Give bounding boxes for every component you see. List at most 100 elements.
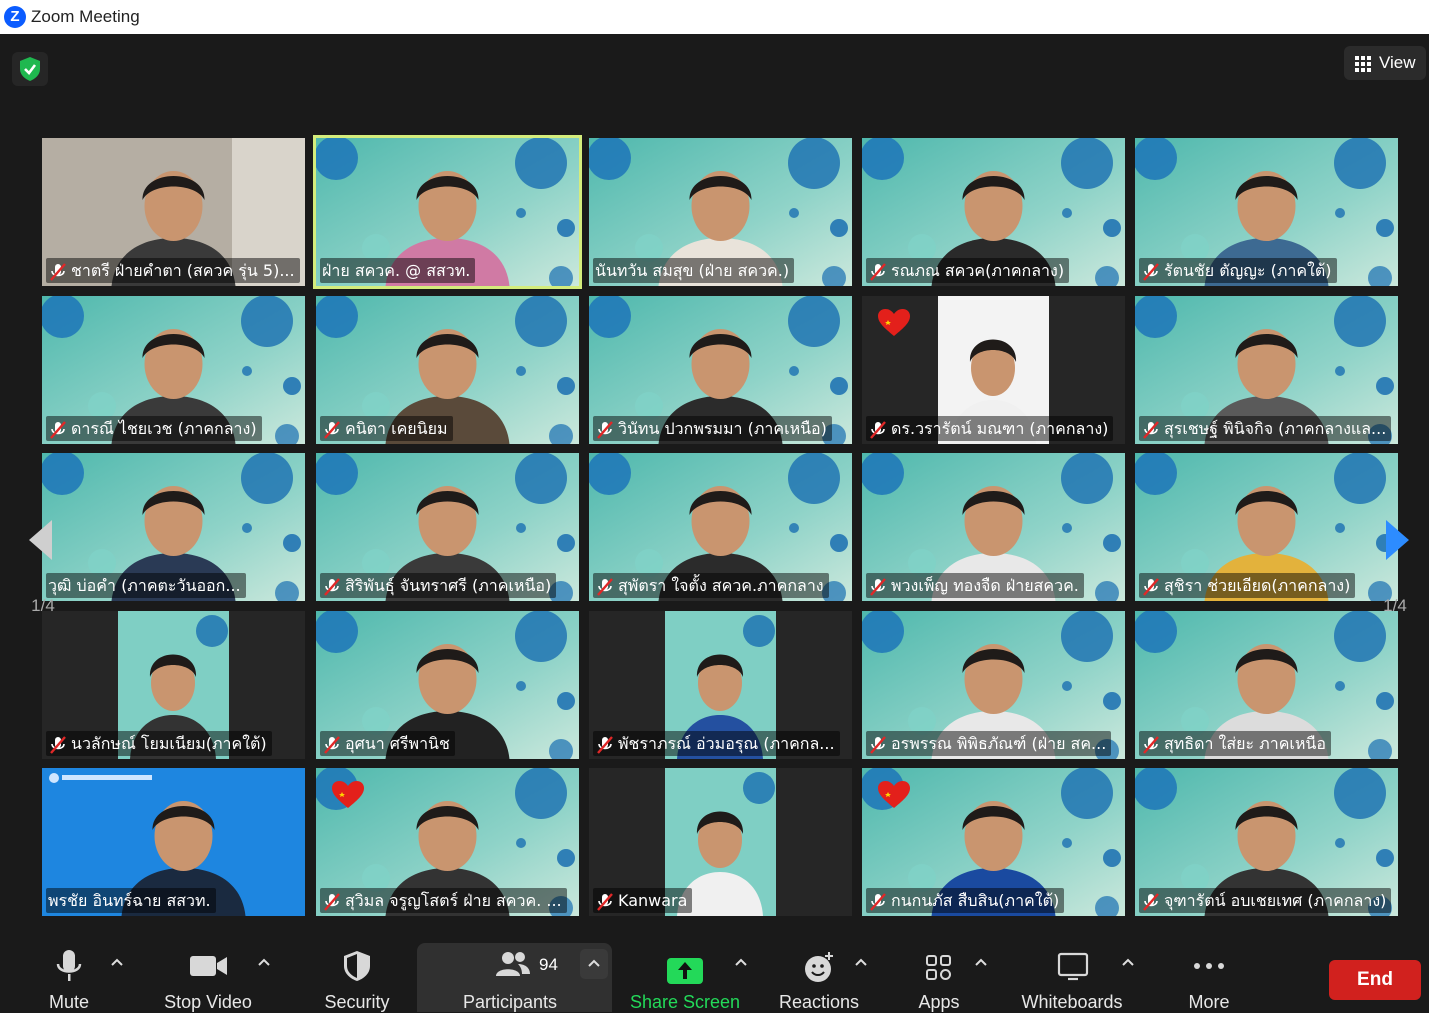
participant-tile[interactable]: สุทธิดา ใส่ยะ ภาคเหนือ [1135,611,1398,759]
participant-tile[interactable]: สิริพันธุ์ จันทราศรี (ภาคเหนือ) [316,453,579,601]
participant-name: สุพัตรา ใจตั้ง สควค.ภาคกลาง [593,573,829,598]
participant-tile[interactable]: วินัทน ปวกพรมมา (ภาคเหนือ) [589,296,852,444]
participant-name-text: นวลักษณ์ โยมเนียม(ภาคใต้) [71,734,267,753]
muted-microphone-icon [595,735,615,755]
participants-options-button[interactable] [580,949,608,979]
participant-name-text: อุศนา ศรีพานิช [345,734,450,753]
participant-tile[interactable]: Kanwara [589,768,852,916]
apps-button[interactable]: Apps [900,940,978,1012]
participant-name-text: สุชิรา ช่วยเอียด(ภาคกลาง) [1164,576,1351,595]
participant-name: ฝ่าย สควค. @ สสวท. [320,258,476,283]
participant-name: นวลักษณ์ โยมเนียม(ภาคใต้) [46,731,272,756]
heart-reaction-icon [877,780,911,815]
participant-name: ดร.วรารัตน์ มณฑา (ภาคกลาง) [866,416,1114,441]
participant-tile[interactable]: ฝ่าย สควค. @ สสวท. [313,135,582,289]
participant-tile[interactable]: คนิตา เคยนิยม [316,296,579,444]
participant-tile[interactable]: กนกนภัส สืบสิน(ภาคใต้) [862,768,1125,916]
security-button[interactable]: Security [312,940,402,1012]
stop-video-button[interactable]: Stop Video [153,940,263,1012]
participant-name-text: รณภณ สควค(ภาคกลาง) [891,261,1065,280]
participant-name-text: วุฒิ บ่อคำ (ภาคตะวันออก... [48,576,241,595]
participant-tile[interactable]: อรพรรณ พิพิธภัณฑ์ (ฝ่าย สค... [862,611,1125,759]
participant-name-text: พัชราภรณ์ อ่วมอรุณ (ภาคกล... [618,734,835,753]
reactions-button[interactable]: Reactions [772,940,866,1012]
whiteboards-button[interactable]: Whiteboards [1012,940,1132,1012]
more-label: More [1188,992,1230,1012]
participant-tile[interactable]: สุพัตรา ใจตั้ง สควค.ภาคกลาง [589,453,852,601]
reactions-options-chevron-icon[interactable] [854,956,868,970]
whiteboards-options-chevron-icon[interactable] [1121,956,1135,970]
microphone-icon [56,950,82,981]
participant-tile[interactable]: นันทวัน สมสุข (ฝ่าย สควค.) [589,138,852,286]
participant-name: ชาตรี ฝ่ายคำตา (สควค รุ่น 5)... [46,258,300,283]
encryption-shield-icon[interactable] [12,52,48,86]
page-indicator-right: 1/4 [1383,596,1407,615]
security-label: Security [324,992,390,1012]
participant-name: พรชัย อินทร์ฉาย สสวท. [46,888,216,913]
arrow-right-icon [1386,520,1409,560]
participant-tile[interactable]: สุรเชษฐ์ พินิจกิจ (ภาคกลางแล... [1135,296,1398,444]
participant-name: รณภณ สควค(ภาคกลาง) [866,258,1070,283]
participant-name: Kanwara [593,888,693,913]
participant-tile[interactable]: สุวิมล จรูญโสตร์ ฝ่าย สควค. ... [316,768,579,916]
muted-microphone-icon [322,735,342,755]
muted-microphone-icon [1141,262,1161,282]
share-screen-button[interactable]: Share Screen [626,940,744,1012]
more-button[interactable]: More [1176,940,1242,1012]
participant-name: กนกนภัส สืบสิน(ภาคใต้) [866,888,1065,913]
window-title: Zoom Meeting [31,7,140,26]
participant-tile[interactable]: พรชัย อินทร์ฉาย สสวท. [42,768,305,916]
participant-tile[interactable]: ดร.วรารัตน์ มณฑา (ภาคกลาง) [862,296,1125,444]
video-options-chevron-icon[interactable] [257,956,271,970]
mute-button[interactable]: Mute [28,940,110,1012]
muted-microphone-icon [595,577,615,597]
end-meeting-button[interactable]: End [1329,960,1421,1000]
whiteboard-icon [1057,952,1089,981]
previous-page-button[interactable]: 1/4 [22,492,64,622]
participant-name: พวงเพ็ญ ทองจืด ฝ่ายสควค. [866,573,1084,598]
participants-chevron-icon [588,959,600,967]
participant-name: สิริพันธุ์ จันทราศรี (ภาคเหนือ) [320,573,557,598]
participant-name-text: สุวิมล จรูญโสตร์ ฝ่าย สควค. ... [345,891,562,910]
next-page-button[interactable]: 1/4 [1374,492,1416,622]
meeting-stage: View ชาตรี ฝ่ายคำตา (สควค รุ่น 5)... ฝ่าย… [0,34,1429,940]
participant-name-text: สุพัตรา ใจตั้ง สควค.ภาคกลาง [618,576,824,595]
share-options-chevron-icon[interactable] [734,956,748,970]
participant-name-text: อรพรรณ พิพิธภัณฑ์ (ฝ่าย สค... [891,734,1107,753]
participant-name: รัตนชัย ตัญญะ (ภาคใต้) [1139,258,1337,283]
share-screen-label: Share Screen [629,992,741,1012]
participant-name-text: สุทธิดา ใส่ยะ ภาคเหนือ [1164,734,1326,753]
participant-tile[interactable]: อุศนา ศรีพานิช [316,611,579,759]
muted-microphone-icon [48,735,68,755]
view-label: View [1379,53,1416,72]
participant-name-text: ฝ่าย สควค. @ สสวท. [322,261,471,280]
participant-name-text: พวงเพ็ญ ทองจืด ฝ่ายสควค. [891,576,1079,595]
muted-microphone-icon [595,892,615,912]
muted-microphone-icon [868,892,888,912]
video-camera-icon [190,956,227,976]
participant-name: สุทธิดา ใส่ยะ ภาคเหนือ [1139,731,1331,756]
participant-tile[interactable]: พัชราภรณ์ อ่วมอรุณ (ภาคกล... [589,611,852,759]
view-button[interactable]: View [1344,46,1426,80]
mute-options-chevron-icon[interactable] [110,956,124,970]
whiteboards-label: Whiteboards [1021,992,1123,1012]
participants-control[interactable]: 94 Participants [430,940,600,1012]
reactions-label: Reactions [778,992,860,1012]
participant-name-text: นันทวัน สมสุข (ฝ่าย สควค.) [595,261,790,280]
participant-tile[interactable]: รัตนชัย ตัญญะ (ภาคใต้) [1135,138,1398,286]
muted-microphone-icon [868,577,888,597]
participant-tile[interactable]: นวลักษณ์ โยมเนียม(ภาคใต้) [42,611,305,759]
participant-name-text: สิริพันธุ์ จันทราศรี (ภาคเหนือ) [345,576,552,595]
participant-tile[interactable]: ชาตรี ฝ่ายคำตา (สควค รุ่น 5)... [42,138,305,286]
participant-name-text: ชาตรี ฝ่ายคำตา (สควค รุ่น 5)... [71,261,295,280]
participant-tile[interactable]: สุชิรา ช่วยเอียด(ภาคกลาง) [1135,453,1398,601]
participant-tile[interactable]: วุฒิ บ่อคำ (ภาคตะวันออก... [42,453,305,601]
arrow-left-icon [29,520,52,560]
muted-microphone-icon [1141,577,1161,597]
apps-options-chevron-icon[interactable] [974,956,988,970]
participant-tile[interactable]: พวงเพ็ญ ทองจืด ฝ่ายสควค. [862,453,1125,601]
participant-tile[interactable]: ดารณี ไชยเวช (ภาคกลาง) [42,296,305,444]
heart-reaction-icon [331,780,365,815]
participant-tile[interactable]: รณภณ สควค(ภาคกลาง) [862,138,1125,286]
participant-tile[interactable]: จุฑารัตน์ อบเชยเทศ (ภาคกลาง) [1135,768,1398,916]
